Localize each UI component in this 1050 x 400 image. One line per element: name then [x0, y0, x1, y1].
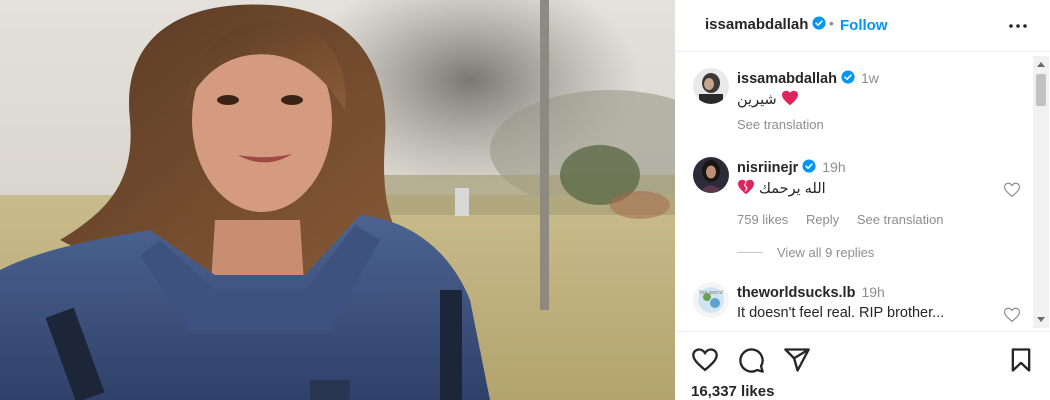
comment-user[interactable]: nisriinejr 19h	[737, 159, 846, 176]
heart-icon[interactable]	[1003, 181, 1021, 199]
follow-button[interactable]: Follow	[840, 17, 888, 34]
comment-time: 1w	[860, 70, 879, 86]
comments-list[interactable]: issamabdallah 1w شيرين See translation ni…	[675, 53, 1035, 330]
scroll-up-arrow-icon[interactable]	[1037, 62, 1045, 67]
replies-divider-line	[737, 252, 763, 253]
see-translation-link[interactable]: See translation	[737, 117, 824, 132]
photo-illustration	[0, 0, 675, 400]
more-options-icon[interactable]	[1006, 14, 1030, 38]
comment-text-content: It doesn't feel real. RIP brother...	[737, 305, 945, 321]
reply-link[interactable]: Reply	[806, 212, 839, 227]
comments-scrollbar[interactable]	[1033, 56, 1049, 328]
comment-username[interactable]: nisriinejr	[737, 160, 798, 176]
comment-text: It doesn't feel real. RIP brother...	[737, 305, 944, 321]
post-actions: 16,337 likes	[675, 331, 1050, 400]
comment-username[interactable]: issamabdallah	[737, 71, 837, 87]
comment-meta: 759 likes Reply See translation	[737, 212, 958, 227]
scroll-down-arrow-icon[interactable]	[1037, 317, 1045, 322]
view-replies-label[interactable]: View all 9 replies	[777, 245, 874, 260]
post-header: issamabdallah • Follow	[675, 0, 1050, 52]
post-author-name[interactable]: issamabdallah	[705, 16, 808, 33]
post-likes-count[interactable]: 16,337 likes	[691, 383, 774, 400]
verified-badge-icon	[841, 70, 855, 84]
comment-text-content: الله يرحمك	[759, 181, 826, 197]
comment-user[interactable]: issamabdallah 1w	[737, 70, 879, 87]
comment-likes[interactable]: 759 likes	[737, 212, 788, 227]
avatar[interactable]	[693, 68, 729, 104]
verified-badge-icon	[812, 16, 826, 30]
view-replies-link[interactable]: View all 9 replies	[737, 245, 874, 260]
red-heart-emoji-icon	[781, 90, 798, 106]
see-translation-link[interactable]: See translation	[857, 212, 944, 227]
comment-text: الله يرحمك	[737, 179, 826, 197]
verified-badge-icon	[802, 159, 816, 173]
comment-text: شيرين	[737, 90, 799, 108]
post-author[interactable]: issamabdallah	[705, 16, 826, 33]
comment-text-content: شيرين	[737, 92, 777, 108]
comment-user[interactable]: theworldsucks.lb 19h	[737, 284, 885, 301]
scroll-thumb[interactable]	[1036, 74, 1046, 106]
comment-username[interactable]: theworldsucks.lb	[737, 285, 855, 301]
heart-icon[interactable]	[1003, 306, 1021, 324]
post-photo[interactable]	[0, 0, 675, 400]
comment-time: 19h	[822, 159, 846, 175]
header-separator: •	[829, 15, 834, 31]
comment-icon[interactable]	[737, 346, 765, 374]
avatar[interactable]	[693, 157, 729, 193]
post-details-panel: issamabdallah • Follow issamabdallah 1w ش…	[675, 0, 1050, 400]
heart-icon[interactable]	[691, 346, 719, 374]
share-icon[interactable]	[783, 346, 811, 374]
broken-heart-emoji-icon	[738, 179, 754, 195]
bookmark-icon[interactable]	[1007, 346, 1035, 374]
avatar[interactable]: the world	[693, 282, 729, 318]
svg-text:the world: the world	[699, 290, 723, 296]
comment-time: 19h	[861, 284, 885, 300]
comment-meta: See translation	[737, 117, 838, 132]
